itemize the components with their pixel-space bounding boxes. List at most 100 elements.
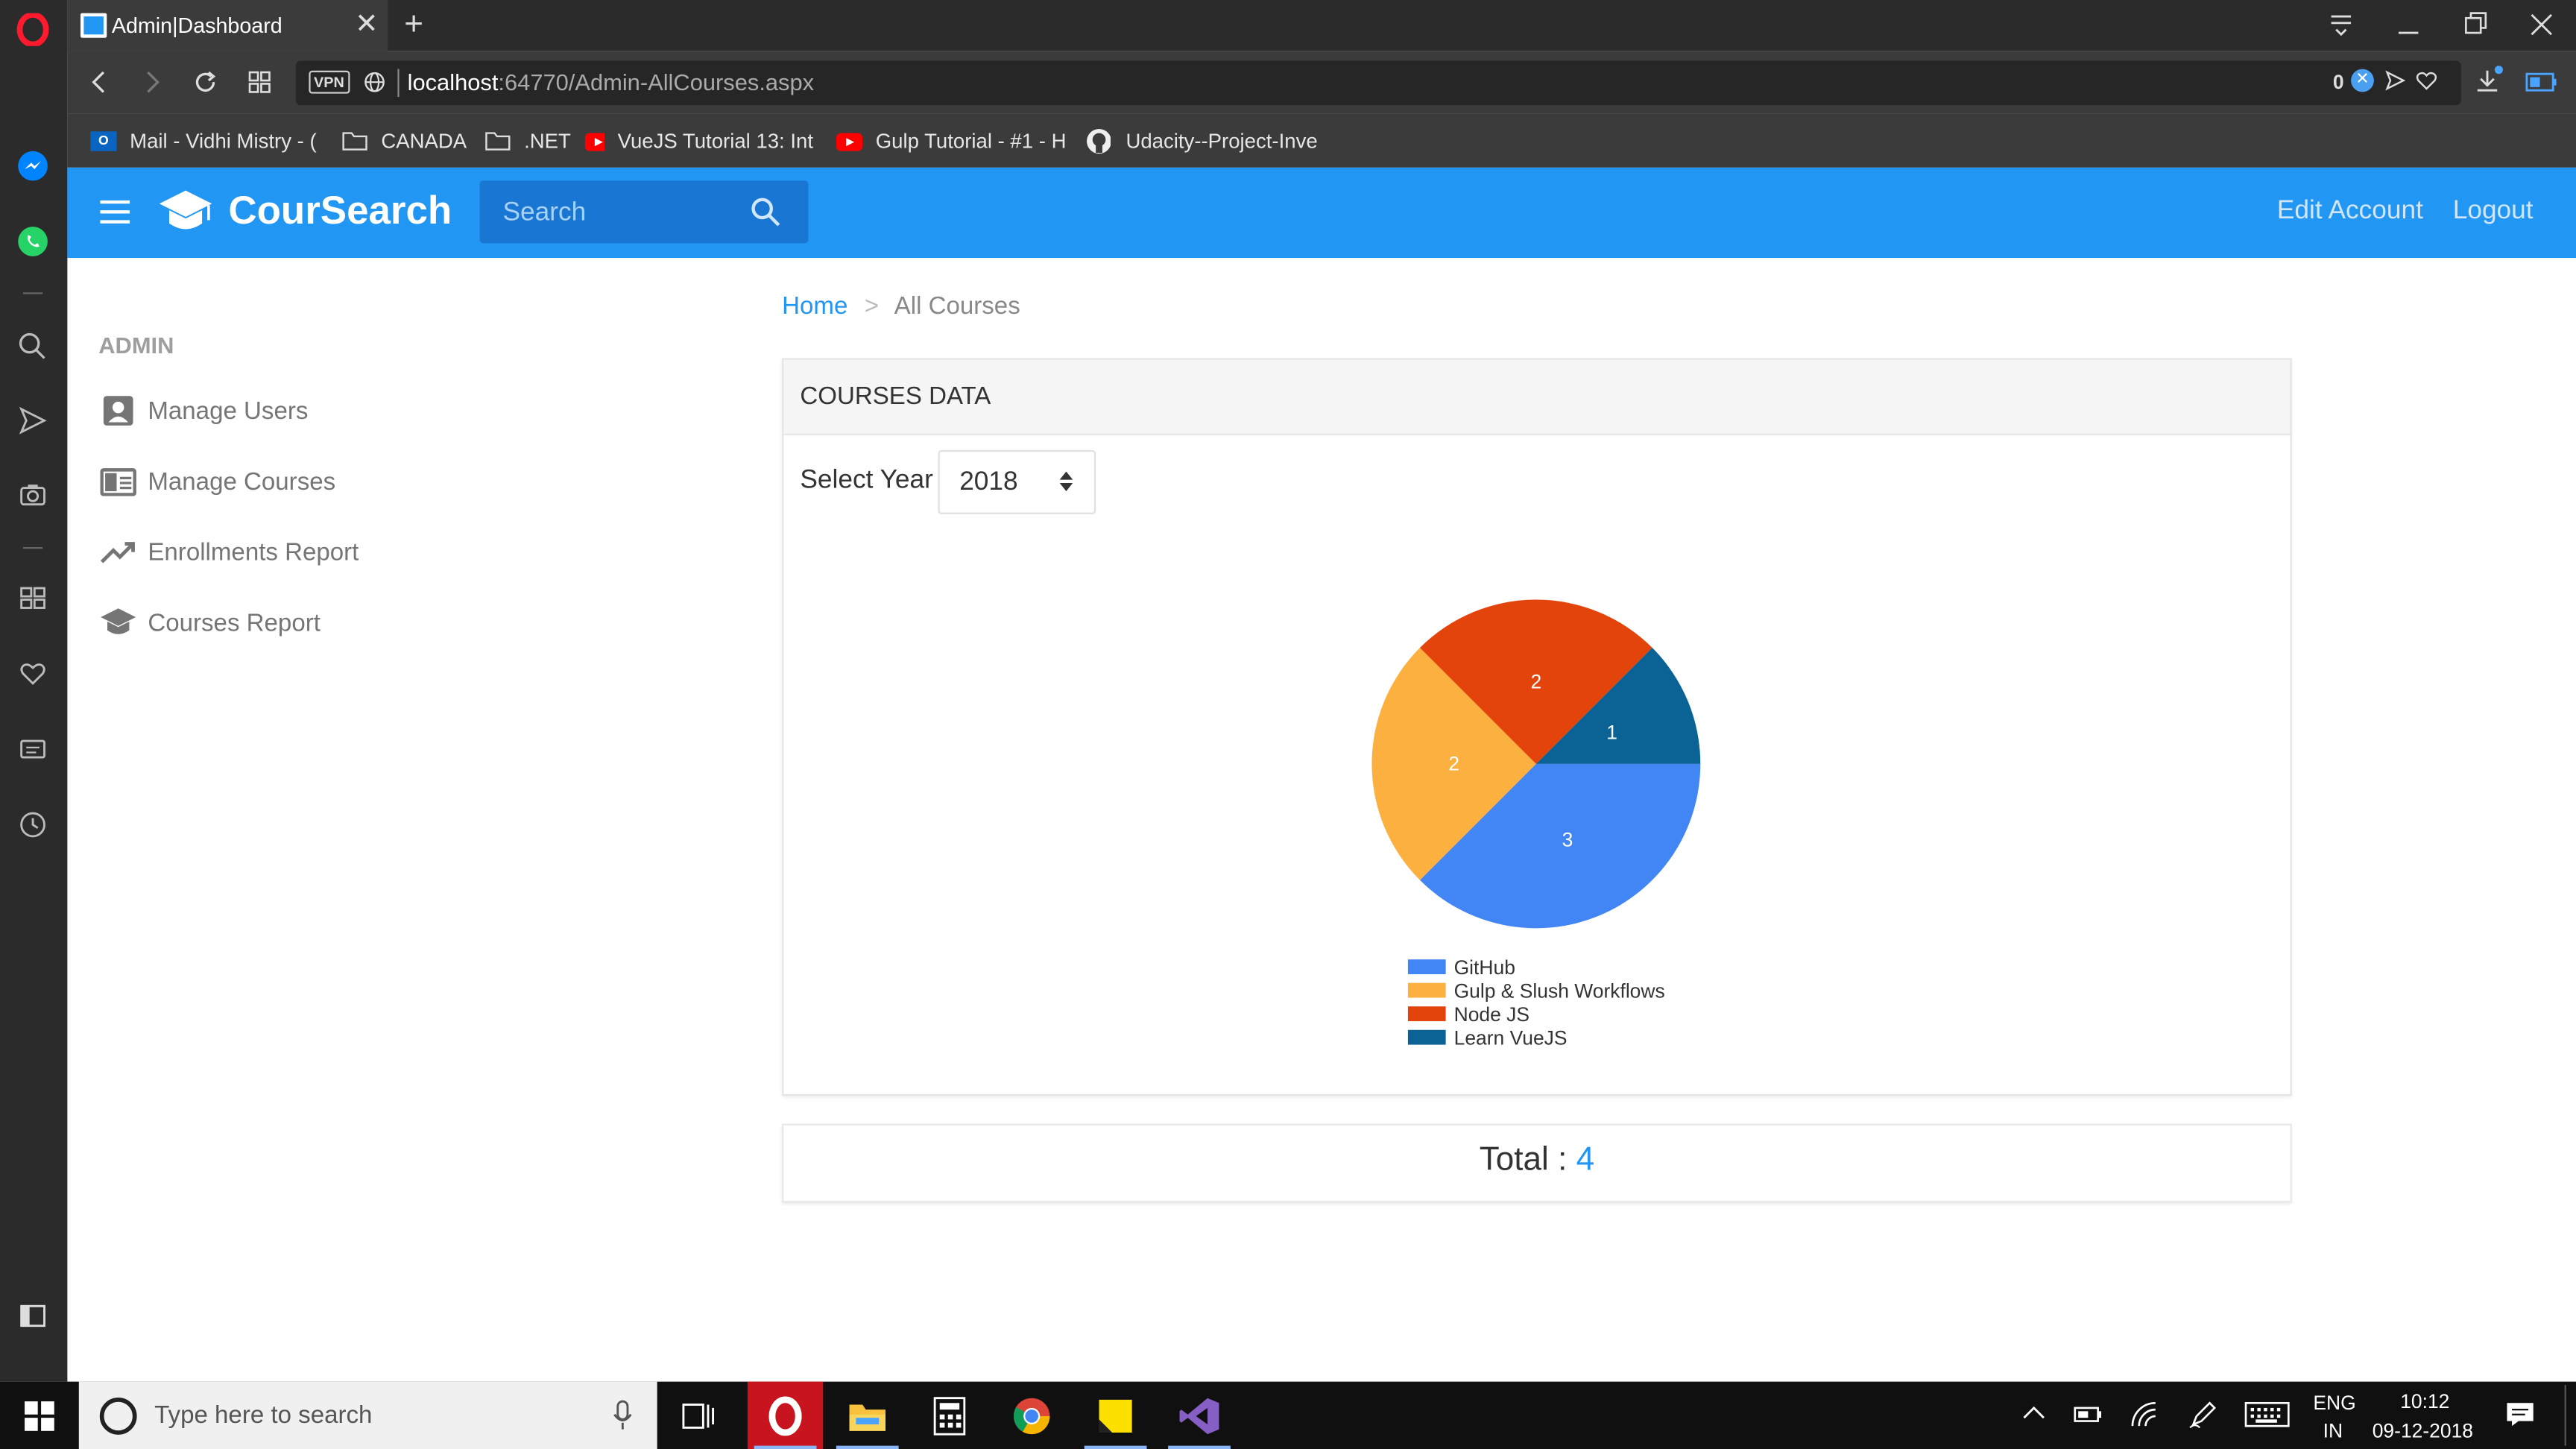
- news-icon[interactable]: [16, 733, 49, 765]
- folder-icon: [342, 132, 367, 151]
- battery-icon[interactable]: [2074, 1403, 2103, 1426]
- courses-pie-chart: 3 2 2 1 GitHubGulp & Slush WorkflowsNode JS…: [1371, 599, 1701, 1049]
- url-text[interactable]: localhost:64770/Admin-AllCourses.aspx: [408, 69, 814, 95]
- action-center-icon[interactable]: [2505, 1400, 2535, 1430]
- youtube-icon: [836, 132, 863, 151]
- sidebar-item-manage-courses[interactable]: Manage Courses: [98, 458, 335, 505]
- history-icon[interactable]: [16, 808, 49, 841]
- tab-title: Admin|Dashboard: [111, 13, 282, 38]
- close-window-icon[interactable]: [2528, 10, 2554, 40]
- back-icon[interactable]: [86, 69, 112, 95]
- tab-active[interactable]: Admin|Dashboard ✕: [67, 0, 388, 51]
- windows-start-icon[interactable]: [23, 1400, 56, 1433]
- legend-swatch: [1407, 1006, 1446, 1022]
- new-tab-icon[interactable]: +: [404, 7, 423, 45]
- taskbar-clock-date[interactable]: 09-12-2018: [2373, 1419, 2473, 1442]
- tabs-grid-icon[interactable]: [247, 69, 273, 95]
- bookmark-item[interactable]: Gulp Tutorial - #1 - H: [836, 113, 1067, 168]
- vpn-badge[interactable]: VPN: [309, 70, 350, 94]
- snap-icon[interactable]: [2384, 69, 2407, 92]
- total-card: Total : 4: [782, 1123, 2292, 1203]
- courses-icon: [98, 461, 138, 501]
- taskbar-search-placeholder: Type here to search: [154, 1401, 373, 1430]
- adblock-icon[interactable]: ✕: [2351, 69, 2374, 92]
- forward-icon[interactable]: [139, 69, 165, 95]
- search-icon[interactable]: [16, 330, 49, 363]
- bookmark-label: Udacity--Project-Inve: [1126, 129, 1318, 152]
- url-bar[interactable]: VPN localhost:64770/Admin-AllCourses.asp…: [295, 60, 2461, 106]
- total-label: Total :: [1479, 1141, 1576, 1178]
- minimize-icon[interactable]: [2396, 10, 2422, 40]
- total-value: 4: [1576, 1141, 1595, 1178]
- tab-menu-icon[interactable]: [2323, 10, 2359, 40]
- globe-icon[interactable]: [363, 71, 386, 94]
- language-indicator[interactable]: ENG: [2313, 1392, 2355, 1415]
- legend-label[interactable]: Learn VueJS: [1454, 1027, 1568, 1049]
- bookmark-folder[interactable]: CANADA: [341, 113, 473, 168]
- opera-logo-icon[interactable]: [16, 13, 49, 46]
- pen-icon[interactable]: [2188, 1400, 2218, 1430]
- taskbar-file-explorer-icon[interactable]: [830, 1382, 905, 1449]
- taskbar-calculator-icon[interactable]: [912, 1382, 987, 1449]
- bookmark-folder[interactable]: .NET: [484, 113, 576, 168]
- pie-data-label: 2: [1448, 753, 1459, 775]
- breadcrumb: Home > All Courses: [782, 292, 1020, 320]
- taskbar-sticky-notes-icon[interactable]: [1078, 1382, 1153, 1449]
- wifi-icon[interactable]: [2130, 1400, 2159, 1430]
- battery-saver-icon[interactable]: [2525, 71, 2558, 94]
- sidebar-item-enrollments-report[interactable]: Enrollments Report: [98, 529, 359, 575]
- bookmark-item[interactable]: Udacity--Project-Inve: [1086, 113, 1318, 168]
- tray-chevron-up-icon[interactable]: [2021, 1400, 2047, 1426]
- trending-up-icon: [98, 532, 138, 572]
- bookmark-label: Gulp Tutorial - #1 - H: [875, 129, 1067, 152]
- sidebar-item-label: Manage Courses: [148, 467, 336, 496]
- breadcrumb-home-link[interactable]: Home: [782, 292, 847, 320]
- hamburger-menu-icon[interactable]: [98, 199, 131, 225]
- camera-icon[interactable]: [16, 478, 49, 511]
- legend-label[interactable]: GitHub: [1454, 956, 1515, 979]
- show-desktop-button[interactable]: [2564, 1385, 2566, 1446]
- search-input[interactable]: [499, 194, 753, 233]
- legend-label[interactable]: Gulp & Slush Workflows: [1454, 980, 1665, 1003]
- restore-icon[interactable]: [2463, 10, 2489, 40]
- search-icon[interactable]: [751, 197, 780, 227]
- tab-close-icon[interactable]: ✕: [355, 9, 378, 40]
- microphone-icon[interactable]: [611, 1400, 634, 1433]
- whatsapp-icon[interactable]: [16, 225, 49, 258]
- taskbar-visual-studio-icon[interactable]: [1161, 1382, 1237, 1449]
- bookmark-label: VueJS Tutorial 13: Int: [617, 129, 814, 152]
- sidebar-item-courses-report[interactable]: Courses Report: [98, 599, 321, 645]
- sidebar-item-label: Courses Report: [148, 608, 321, 637]
- legend-label[interactable]: Node JS: [1454, 1003, 1530, 1026]
- task-view-icon[interactable]: [660, 1382, 736, 1449]
- youtube-icon: [584, 132, 604, 151]
- reload-icon[interactable]: [192, 69, 218, 95]
- total-text: Total : 4: [783, 1142, 2290, 1180]
- sidebar-item-manage-users[interactable]: Manage Users: [98, 388, 308, 434]
- sidebar-toggle-icon[interactable]: [16, 1299, 49, 1332]
- bookmark-item[interactable]: O Mail - Vidhi Mistry - (: [90, 113, 321, 168]
- taskbar-chrome-icon[interactable]: [994, 1382, 1069, 1449]
- send-icon[interactable]: [16, 404, 49, 437]
- legend-swatch: [1407, 1029, 1446, 1045]
- messenger-icon[interactable]: [16, 150, 49, 183]
- speed-dial-icon[interactable]: [16, 581, 49, 614]
- bookmark-item[interactable]: VueJS Tutorial 13: Int: [584, 113, 814, 168]
- bookmark-label: CANADA: [381, 129, 467, 152]
- edit-account-link[interactable]: Edit Account: [2277, 197, 2423, 227]
- taskbar-search-box[interactable]: Type here to search: [78, 1381, 657, 1449]
- keyboard-icon[interactable]: [2244, 1400, 2291, 1430]
- heart-icon[interactable]: [16, 657, 49, 690]
- search-box[interactable]: [479, 180, 809, 244]
- bookmark-label: .NET: [524, 129, 571, 152]
- graduation-cap-logo-icon[interactable]: [158, 187, 214, 236]
- page-favicon-icon: [80, 13, 107, 38]
- taskbar-clock-time[interactable]: 10:12: [2400, 1390, 2449, 1413]
- brand-name[interactable]: CourSearch: [228, 189, 452, 235]
- download-icon[interactable]: [2474, 66, 2504, 95]
- taskbar-opera-icon[interactable]: [747, 1381, 824, 1449]
- logout-link[interactable]: Logout: [2453, 197, 2534, 227]
- bookmark-heart-icon[interactable]: [2415, 69, 2438, 92]
- region-indicator[interactable]: IN: [2323, 1419, 2343, 1442]
- sidebar-separator: [22, 292, 43, 294]
